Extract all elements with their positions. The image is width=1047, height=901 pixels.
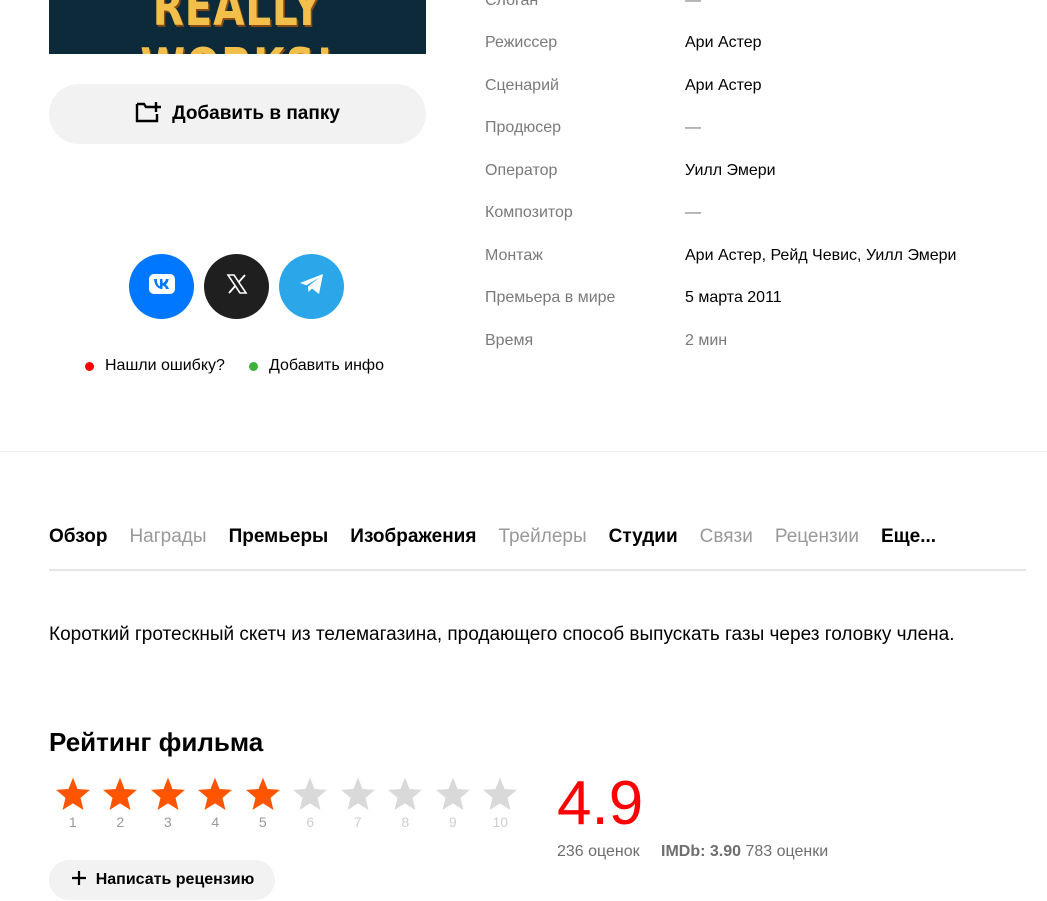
- star-number: 9: [448, 814, 457, 830]
- info-row-director: Режиссер Ари Астер: [485, 34, 762, 52]
- info-value[interactable]: Ари Астер: [685, 34, 762, 52]
- info-label: Слоган: [485, 0, 539, 9]
- info-label: Оператор: [485, 162, 558, 179]
- write-review-label: Написать рецензию: [95, 871, 255, 888]
- rating-star-8[interactable]: 8: [382, 776, 430, 830]
- star-icon: [55, 777, 90, 810]
- tab-reviews[interactable]: Рецензии: [775, 526, 859, 548]
- info-value: —: [685, 119, 701, 136]
- info-value: —: [685, 0, 701, 9]
- tab-bar: Обзор Награды Премьеры Изображения Трейл…: [49, 526, 958, 548]
- tabs-underline: [49, 569, 1026, 571]
- info-label: Время: [485, 332, 534, 349]
- tab-images[interactable]: Изображения: [350, 526, 476, 548]
- info-label: Продюсер: [485, 119, 562, 136]
- info-row-composer: Композитор —: [485, 204, 701, 222]
- star-icon: [245, 777, 280, 810]
- info-row-editing: Монтаж Ари Астер, Рейд Чевис, Уилл Эмери: [485, 247, 957, 265]
- rating-star-4[interactable]: 4: [192, 776, 240, 830]
- rating-star-2[interactable]: 2: [97, 776, 145, 830]
- imdb-label: IMDb:: [661, 843, 706, 860]
- star-icon: [340, 777, 375, 810]
- info-row-producer: Продюсер —: [485, 119, 701, 137]
- star-icon: [103, 777, 138, 810]
- star-number: 5: [258, 814, 267, 830]
- movie-poster: REALLY WORKS!: [49, 0, 426, 54]
- rating-title: Рейтинг фильма: [49, 727, 264, 757]
- info-dot: [249, 361, 258, 371]
- star-number: 4: [211, 814, 220, 830]
- info-row-premiere: Премьера в мире 5 марта 2011: [485, 289, 782, 307]
- report-error-label: Нашли ошибку?: [105, 357, 225, 374]
- info-label: Премьера в мире: [485, 289, 616, 306]
- star-icon: [435, 777, 470, 810]
- info-label: Композитор: [485, 204, 573, 221]
- rating-star-3[interactable]: 3: [144, 776, 192, 830]
- star-icon: [150, 777, 185, 810]
- section-divider: [0, 451, 1047, 452]
- add-info-link[interactable]: Добавить инфо: [249, 357, 384, 375]
- share-vk-button[interactable]: [129, 254, 194, 319]
- rating-star-7[interactable]: 7: [334, 776, 382, 830]
- info-value[interactable]: Ари Астер: [685, 77, 762, 95]
- tab-awards[interactable]: Награды: [129, 526, 206, 548]
- info-row-operator: Оператор Уилл Эмери: [485, 162, 776, 180]
- tab-overview[interactable]: Обзор: [49, 526, 107, 548]
- rating-star-6[interactable]: 6: [287, 776, 335, 830]
- imdb-score: 3.90: [709, 843, 742, 860]
- add-to-folder-label: Добавить в папку: [172, 103, 340, 124]
- info-label: Монтаж: [485, 247, 543, 264]
- x-icon: [225, 272, 249, 301]
- star-icon: [483, 777, 518, 810]
- tab-relations[interactable]: Связи: [700, 526, 753, 548]
- info-value: —: [685, 204, 701, 221]
- star-number: 6: [306, 814, 315, 830]
- tab-more[interactable]: Еще...: [881, 526, 936, 548]
- rating-star-10[interactable]: 10: [477, 776, 525, 830]
- rating-star-9[interactable]: 9: [429, 776, 477, 830]
- star-number: 7: [353, 814, 362, 830]
- info-value[interactable]: 5 марта 2011: [685, 289, 782, 307]
- tab-premieres[interactable]: Премьеры: [229, 526, 329, 548]
- tab-studios[interactable]: Студии: [609, 526, 678, 548]
- star-number: 3: [163, 814, 172, 830]
- share-telegram-button[interactable]: [279, 254, 344, 319]
- star-number: 10: [492, 814, 509, 830]
- add-info-label: Добавить инфо: [269, 357, 384, 374]
- star-number: 8: [401, 814, 410, 830]
- vk-icon: [148, 274, 175, 299]
- report-error-link[interactable]: Нашли ошибку?: [85, 357, 225, 375]
- info-row-slogan: Слоган —: [485, 0, 701, 10]
- info-label: Режиссер: [485, 34, 558, 51]
- info-row-runtime: Время 2 мин: [485, 332, 727, 350]
- rating-votes: 236 оценок: [557, 843, 640, 860]
- plus-icon: [70, 869, 88, 892]
- star-icon: [293, 777, 328, 810]
- imdb-rating: IMDb: 3.90 783 оценки: [661, 843, 828, 861]
- write-review-button[interactable]: Написать рецензию: [49, 860, 275, 900]
- star-icon: [388, 777, 423, 810]
- rating-stars: 1 2 3 4 5 6 7 8 9 10: [49, 776, 524, 830]
- info-value[interactable]: Уилл Эмери: [685, 162, 776, 180]
- movie-description: Короткий гротескный скетч из телемагазин…: [49, 624, 955, 645]
- telegram-icon: [298, 272, 326, 301]
- star-number: 2: [116, 814, 125, 830]
- share-x-button[interactable]: [204, 254, 269, 319]
- imdb-votes: 783 оценки: [745, 843, 829, 860]
- info-label: Сценарий: [485, 77, 559, 94]
- folder-add-icon: [135, 101, 162, 128]
- rating-star-5[interactable]: 5: [239, 776, 287, 830]
- rating-star-1[interactable]: 1: [49, 776, 97, 830]
- error-dot: [85, 361, 94, 371]
- tab-trailers[interactable]: Трейлеры: [498, 526, 586, 548]
- info-value: 2 мин: [685, 332, 728, 349]
- info-value[interactable]: Ари Астер, Рейд Чевис, Уилл Эмери: [685, 247, 957, 265]
- poster-title: REALLY WORKS!: [140, 0, 334, 54]
- star-icon: [198, 777, 233, 810]
- rating-score: 4.9: [557, 769, 644, 838]
- add-to-folder-button[interactable]: Добавить в папку: [49, 84, 426, 144]
- info-row-screenplay: Сценарий Ари Астер: [485, 77, 762, 95]
- star-number: 1: [68, 814, 77, 830]
